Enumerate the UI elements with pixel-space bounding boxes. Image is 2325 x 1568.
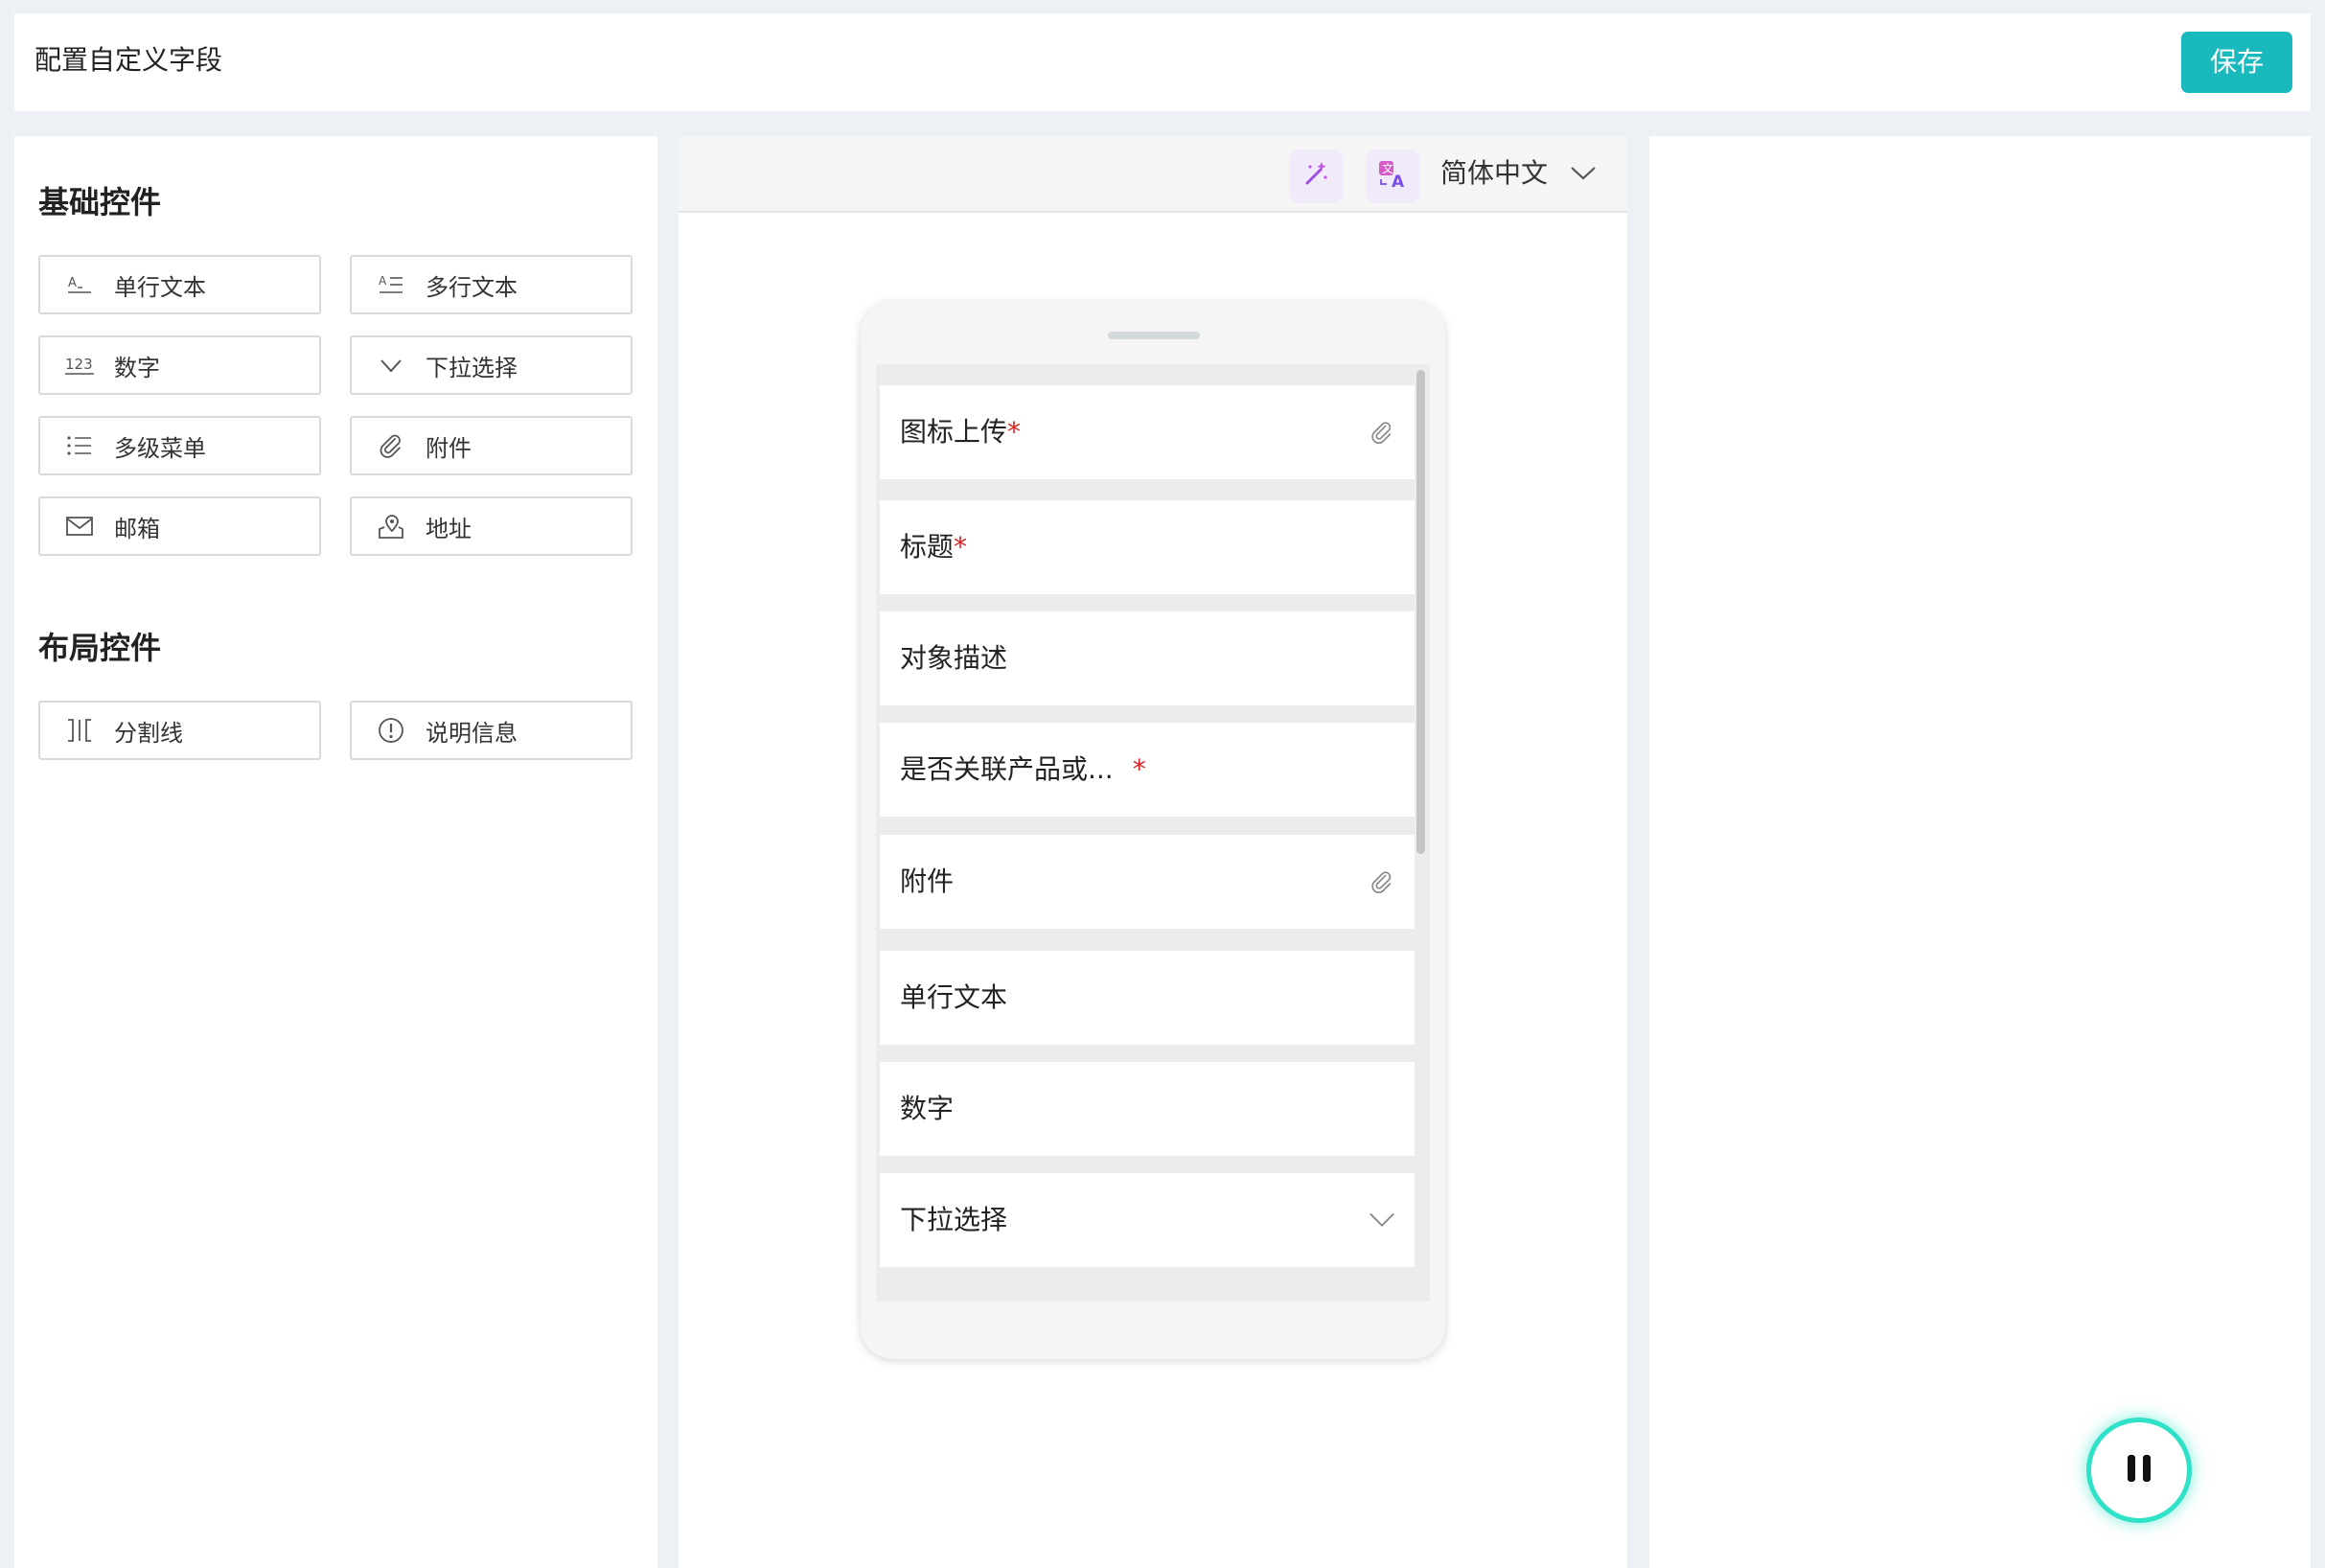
layout-controls-title: 布局控件 — [38, 630, 162, 666]
required-mark: * — [1132, 753, 1146, 785]
paperclip-icon — [376, 430, 406, 461]
control-label: 邮箱 — [114, 515, 160, 542]
properties-panel — [1649, 136, 2311, 1568]
phone-screen: 图标上传* 标题* 对象描述 是否关联产品或... * 附件 单行文本 数字 下… — [876, 364, 1430, 1302]
phone-preview: 图标上传* 标题* 对象描述 是否关联产品或... * 附件 单行文本 数字 下… — [861, 301, 1445, 1359]
control-label: 附件 — [426, 434, 472, 462]
pause-icon — [2120, 1449, 2158, 1491]
control-label: 多级菜单 — [114, 434, 206, 462]
chevron-down-icon[interactable] — [1569, 159, 1598, 188]
preview-field-attachment[interactable]: 附件 — [880, 835, 1415, 929]
magic-wand-icon — [1301, 159, 1331, 194]
field-label-text: 图标上传 — [900, 416, 1008, 448]
control-description[interactable]: 说明信息 — [350, 701, 633, 760]
svg-text:A: A — [1392, 173, 1405, 191]
scrollbar[interactable] — [1416, 370, 1425, 854]
svg-text:A: A — [379, 274, 387, 288]
control-multi-level-menu[interactable]: 多级菜单 — [38, 416, 321, 475]
pause-button[interactable] — [2091, 1422, 2187, 1518]
map-pin-icon — [376, 511, 406, 542]
control-label: 分割线 — [114, 719, 183, 747]
control-label: 多行文本 — [426, 273, 518, 301]
translate-icon: 文A — [1376, 158, 1409, 195]
preview-field-related-product[interactable]: 是否关联产品或... * — [880, 723, 1415, 817]
preview-field-icon-upload[interactable]: 图标上传* — [880, 385, 1415, 479]
preview-field-single-line-text[interactable]: 单行文本 — [880, 951, 1415, 1045]
header-bar: 配置自定义字段 保存 — [14, 13, 2311, 111]
mail-icon — [64, 511, 95, 542]
control-divider[interactable]: 分割线 — [38, 701, 321, 760]
number-icon: 123 — [64, 350, 95, 380]
control-label: 说明信息 — [426, 719, 518, 747]
field-label-text: 是否关联产品或... — [900, 753, 1114, 785]
svg-text:A: A — [68, 276, 77, 290]
translate-button[interactable]: 文A — [1366, 150, 1419, 203]
chevron-down-icon[interactable] — [1369, 1207, 1395, 1234]
divider-icon — [64, 715, 95, 746]
field-label: 单行文本 — [900, 981, 1008, 1013]
phone-notch — [1108, 332, 1200, 339]
control-multi-line-text[interactable]: A 多行文本 — [350, 255, 633, 314]
preview-field-number[interactable]: 数字 — [880, 1062, 1415, 1156]
preview-field-title[interactable]: 标题* — [880, 500, 1415, 594]
preview-field-description[interactable]: 对象描述 — [880, 611, 1415, 705]
single-line-text-icon: A — [64, 269, 95, 300]
paperclip-icon[interactable] — [1369, 868, 1395, 895]
control-label: 下拉选择 — [426, 354, 518, 381]
controls-panel: 基础控件 A 单行文本 A 多行文本 123 数字 下拉选择 多级菜单 附件 邮… — [14, 136, 657, 1568]
preview-field-dropdown[interactable]: 下拉选择 — [880, 1173, 1415, 1267]
field-label: 标题* — [900, 500, 967, 594]
field-label: 下拉选择 — [900, 1204, 1008, 1235]
svg-text:123: 123 — [65, 356, 93, 373]
control-label: 单行文本 — [114, 273, 206, 301]
field-label: 图标上传* — [900, 385, 1021, 479]
field-label: 数字 — [900, 1093, 955, 1124]
chevron-down-icon — [376, 350, 406, 380]
save-button[interactable]: 保存 — [2181, 32, 2292, 93]
ai-magic-button[interactable] — [1289, 150, 1343, 203]
control-attachment[interactable]: 附件 — [350, 416, 633, 475]
control-label: 地址 — [426, 515, 472, 542]
field-label: 是否关联产品或... * — [900, 723, 1146, 817]
preview-toolbar: 文A 简体中文 — [679, 136, 1627, 213]
basic-controls-title: 基础控件 — [38, 184, 162, 220]
list-icon — [64, 430, 95, 461]
page-title: 配置自定义字段 — [35, 44, 223, 76]
control-email[interactable]: 邮箱 — [38, 496, 321, 556]
control-label: 数字 — [114, 354, 160, 381]
control-single-line-text[interactable]: A 单行文本 — [38, 255, 321, 314]
field-label: 附件 — [900, 865, 955, 897]
field-label-text: 标题 — [900, 531, 955, 563]
control-dropdown[interactable]: 下拉选择 — [350, 335, 633, 395]
required-mark: * — [954, 531, 968, 563]
control-address[interactable]: 地址 — [350, 496, 633, 556]
required-mark: * — [1007, 416, 1022, 448]
info-icon — [376, 715, 406, 746]
multi-line-text-icon: A — [376, 269, 406, 300]
language-select[interactable]: 简体中文 — [1440, 136, 1548, 213]
preview-panel: 文A 简体中文 图标上传* 标题* 对象描述 是否关联产品或... * 附件 单… — [679, 136, 1627, 1568]
paperclip-icon[interactable] — [1369, 419, 1395, 446]
field-label: 对象描述 — [900, 642, 1008, 674]
control-number[interactable]: 123 数字 — [38, 335, 321, 395]
